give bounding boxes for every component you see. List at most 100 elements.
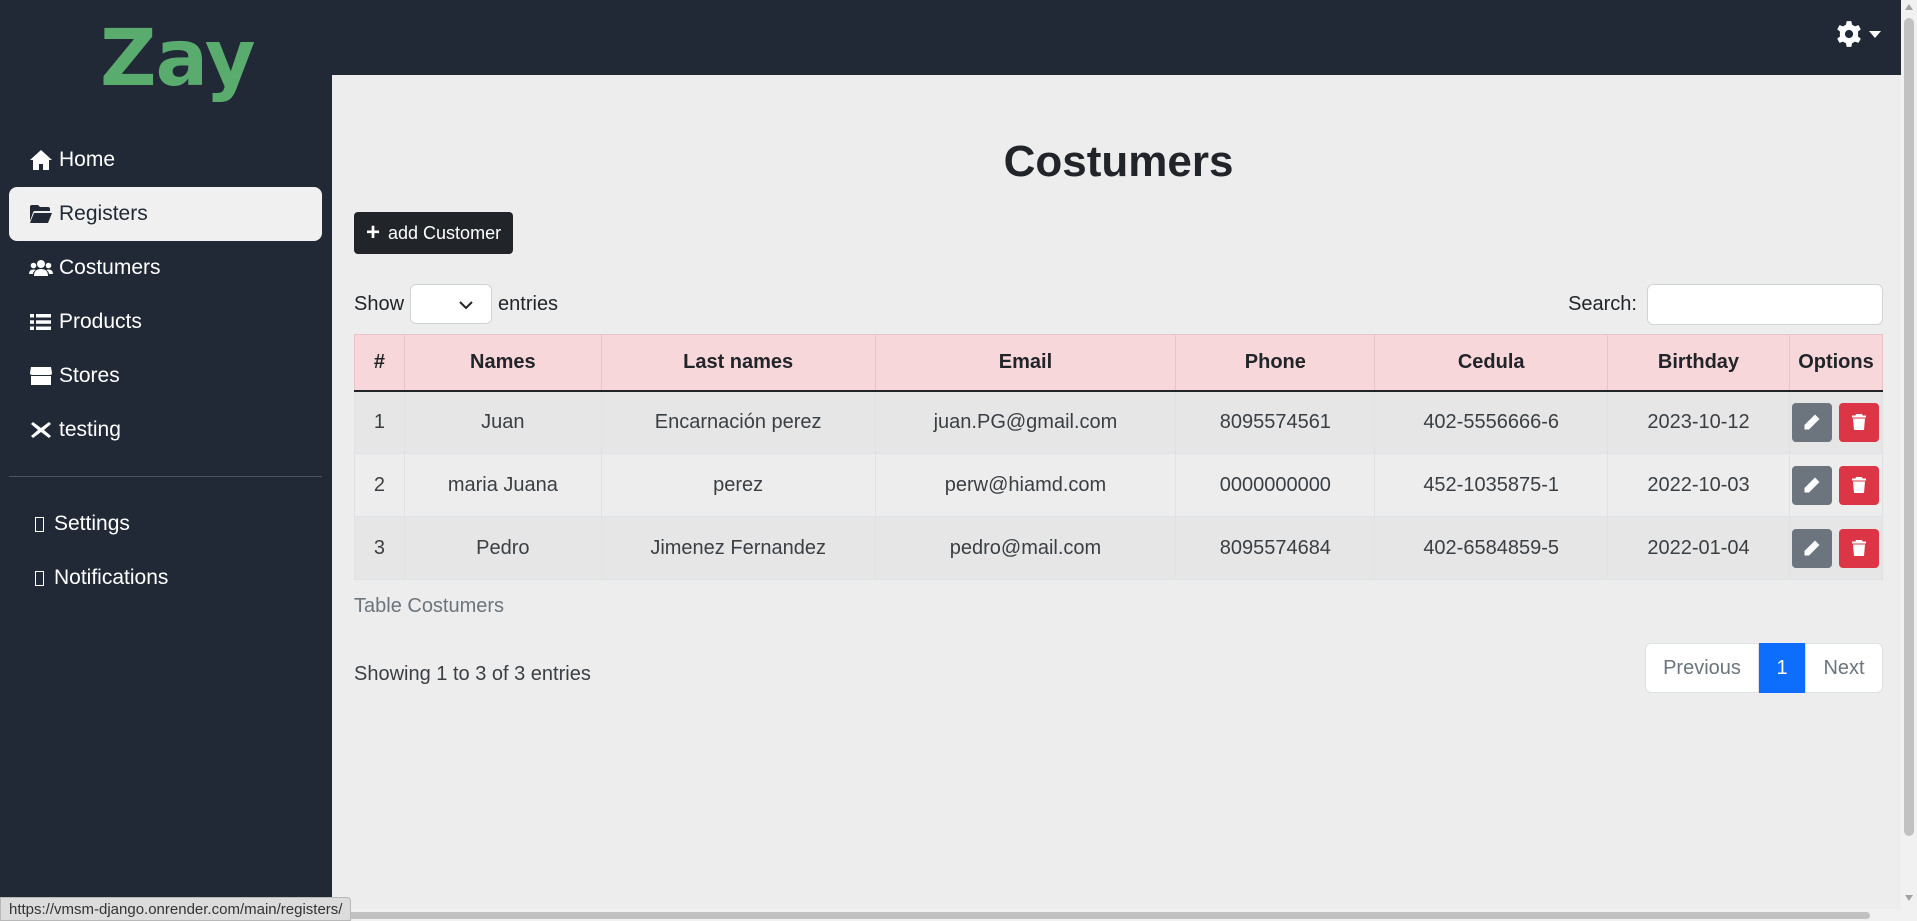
cell-email: pedro@mail.com — [874, 516, 1177, 580]
scroll-down-arrow-icon[interactable] — [1905, 895, 1913, 901]
cell-names: Juan — [403, 390, 602, 454]
show-label: Show — [354, 292, 405, 315]
page-1-button[interactable]: 1 — [1759, 643, 1805, 693]
plus-icon: + — [366, 219, 381, 246]
entries-length-control: Show entries — [354, 284, 558, 324]
cell-cedula: 402-5556666-6 — [1374, 390, 1609, 454]
column-header-birthday[interactable]: Birthday — [1607, 334, 1790, 392]
column-header-last-names[interactable]: Last names — [600, 334, 876, 392]
column-header-cedula[interactable]: Cedula — [1374, 334, 1609, 392]
chevron-down-icon — [459, 301, 473, 310]
add-customer-button[interactable]: + add Customer — [354, 212, 514, 254]
vertical-scrollbar[interactable] — [1901, 0, 1917, 921]
pagination: Previous 1 Next — [1645, 643, 1883, 693]
cell-options — [1788, 516, 1884, 580]
table-row: 1 Juan Encarnación perez juan.PG@gmail.c… — [354, 390, 1884, 454]
cell-options — [1788, 390, 1884, 454]
users-icon — [29, 256, 55, 280]
sidebar-item-label: Notifications — [54, 566, 169, 589]
previous-page-button[interactable]: Previous — [1645, 643, 1759, 693]
pencil-icon — [1804, 414, 1820, 430]
scrollbar-thumb[interactable] — [1904, 18, 1914, 836]
cell-options — [1788, 453, 1884, 517]
customers-table: # Names Last names Email Phone Cedula Bi… — [354, 334, 1884, 580]
sidebar-item-notifications[interactable]: Notifications — [9, 551, 322, 605]
sidebar-item-registers[interactable]: Registers — [9, 187, 322, 241]
sidebar-item-costumers[interactable]: Costumers — [9, 241, 322, 295]
next-page-button[interactable]: Next — [1805, 643, 1883, 693]
sidebar-item-testing[interactable]: testing — [9, 403, 322, 457]
entries-label: entries — [498, 292, 559, 315]
cell-last-names: Encarnación perez — [600, 390, 876, 454]
cell-cedula: 402-6584859-5 — [1374, 516, 1609, 580]
sidebar-item-label: Costumers — [59, 256, 161, 279]
missing-glyph-icon — [35, 516, 44, 532]
sidebar-divider — [9, 476, 322, 477]
sidebar-item-label: Stores — [59, 364, 120, 387]
edit-button[interactable] — [1792, 402, 1833, 442]
table-row: 3 Pedro Jimenez Fernandez pedro@mail.com… — [354, 516, 1884, 580]
edit-button[interactable] — [1792, 528, 1833, 568]
x-icon — [29, 418, 55, 442]
store-icon — [29, 364, 55, 388]
pencil-icon — [1804, 540, 1820, 556]
list-icon — [29, 310, 55, 334]
entries-select[interactable] — [410, 284, 493, 324]
cell-phone: 8095574561 — [1175, 390, 1376, 454]
pencil-icon — [1804, 477, 1820, 493]
search-label: Search: — [1568, 293, 1637, 315]
logo[interactable]: Zay — [100, 14, 256, 104]
sidebar-item-label: testing — [59, 418, 121, 441]
sidebar-item-products[interactable]: Products — [9, 295, 322, 349]
sidebar-item-home[interactable]: Home — [9, 133, 322, 187]
cell-number: 2 — [354, 453, 405, 517]
cell-last-names: Jimenez Fernandez — [600, 516, 876, 580]
sidebar-item-stores[interactable]: Stores — [9, 349, 322, 403]
cell-birthday: 2022-10-03 — [1607, 453, 1790, 517]
status-bar-url: https://vmsm-django.onrender.com/main/re… — [0, 897, 352, 921]
chevron-down-icon — [1869, 30, 1881, 38]
table-row: 2 maria Juana perez perw@hiamd.com 00000… — [354, 453, 1884, 517]
sidebar-secondary-nav: Settings Notifications — [9, 497, 322, 605]
column-header-email[interactable]: Email — [874, 334, 1177, 392]
page-title: Costumers — [1003, 137, 1234, 186]
sidebar: Zay Home Registers Costumers Products St… — [0, 0, 332, 921]
table-header-row: # Names Last names Email Phone Cedula Bi… — [354, 334, 1884, 392]
delete-button[interactable] — [1839, 528, 1880, 568]
column-header-phone[interactable]: Phone — [1175, 334, 1376, 392]
missing-glyph-icon — [35, 570, 44, 586]
cell-phone: 0000000000 — [1175, 453, 1376, 517]
delete-button[interactable] — [1839, 465, 1880, 505]
cell-cedula: 452-1035875-1 — [1374, 453, 1609, 517]
cell-names: Pedro — [403, 516, 602, 580]
cell-phone: 8095574684 — [1175, 516, 1376, 580]
sidebar-item-label: Products — [59, 310, 142, 333]
cell-number: 1 — [354, 390, 405, 454]
scroll-up-arrow-icon[interactable] — [1905, 4, 1913, 10]
cell-number: 3 — [354, 516, 405, 580]
edit-button[interactable] — [1792, 465, 1833, 505]
home-icon — [29, 148, 55, 172]
sidebar-nav: Home Registers Costumers Products Stores — [9, 133, 322, 457]
folder-open-icon — [29, 202, 55, 226]
column-header-options: Options — [1788, 334, 1884, 392]
settings-dropdown[interactable] — [1835, 20, 1881, 48]
column-header-number[interactable]: # — [354, 334, 405, 392]
cell-email: perw@hiamd.com — [874, 453, 1177, 517]
cell-last-names: perez — [600, 453, 876, 517]
search-input[interactable] — [1647, 284, 1883, 325]
table-caption: Table Costumers — [354, 595, 505, 617]
delete-button[interactable] — [1839, 402, 1880, 442]
trash-icon — [1852, 477, 1867, 493]
cell-names: maria Juana — [403, 453, 602, 517]
topbar — [332, 0, 1901, 75]
sidebar-item-label: Home — [59, 148, 116, 171]
sidebar-item-settings[interactable]: Settings — [9, 497, 322, 551]
gear-icon — [1837, 21, 1861, 47]
column-header-names[interactable]: Names — [403, 334, 602, 392]
trash-icon — [1852, 414, 1867, 431]
sidebar-item-label: Registers — [59, 202, 148, 225]
cell-birthday: 2023-10-12 — [1607, 390, 1790, 454]
table-search: Search: — [1568, 284, 1883, 325]
sidebar-item-label: Settings — [54, 512, 130, 535]
